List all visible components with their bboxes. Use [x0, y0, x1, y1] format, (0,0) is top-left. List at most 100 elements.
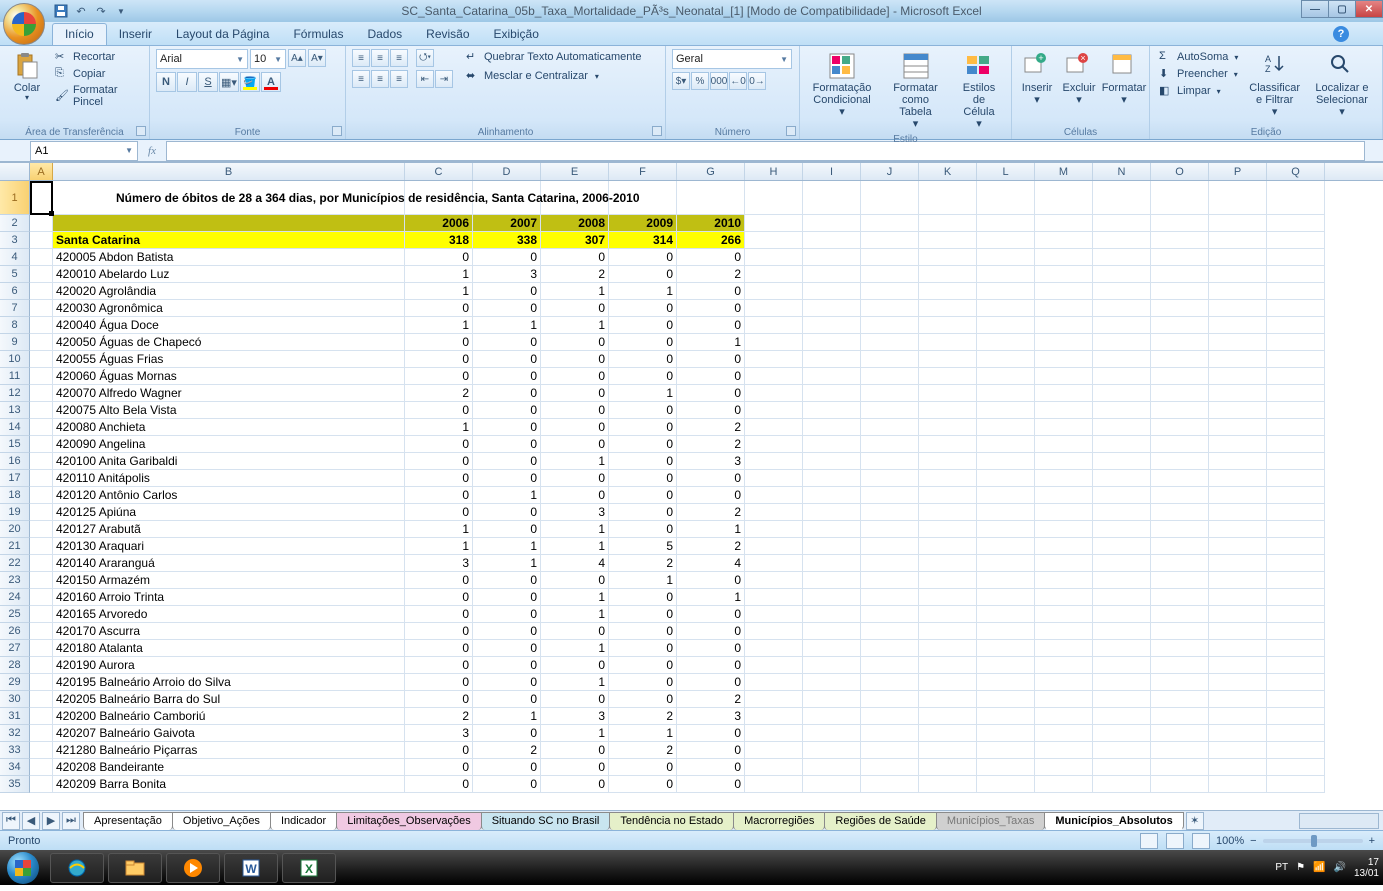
cell[interactable] — [861, 606, 919, 623]
task-mediaplayer[interactable] — [166, 853, 220, 883]
cell[interactable] — [1209, 538, 1267, 555]
cell[interactable]: 0 — [677, 606, 745, 623]
cell[interactable] — [745, 589, 803, 606]
col-header-N[interactable]: N — [1093, 163, 1151, 180]
cell[interactable] — [861, 725, 919, 742]
cell[interactable] — [1035, 538, 1093, 555]
row-header-3[interactable]: 3 — [0, 232, 30, 249]
cell[interactable] — [745, 436, 803, 453]
cell[interactable]: 0 — [609, 657, 677, 674]
cell[interactable]: 420040 Água Doce — [53, 317, 405, 334]
cell[interactable]: 0 — [473, 334, 541, 351]
tab-inicio[interactable]: Início — [52, 23, 107, 45]
cell[interactable] — [1151, 674, 1209, 691]
cell[interactable] — [1151, 538, 1209, 555]
cell[interactable] — [745, 504, 803, 521]
cut-button[interactable]: ✂Recortar — [52, 49, 143, 65]
cell[interactable]: 0 — [677, 283, 745, 300]
task-excel[interactable]: X — [282, 853, 336, 883]
cell[interactable]: 0 — [609, 351, 677, 368]
cell[interactable] — [1151, 776, 1209, 793]
cell[interactable] — [803, 521, 861, 538]
row-header-32[interactable]: 32 — [0, 725, 30, 742]
font-launcher[interactable] — [332, 126, 342, 136]
cell[interactable]: 420110 Anitápolis — [53, 470, 405, 487]
qat-redo-icon[interactable]: ↷ — [92, 2, 110, 20]
cell[interactable]: 0 — [473, 691, 541, 708]
shrink-font-button[interactable]: A▾ — [308, 49, 326, 67]
tray-network-icon[interactable]: 📶 — [1313, 862, 1325, 873]
row-header-18[interactable]: 18 — [0, 487, 30, 504]
cell[interactable] — [1267, 657, 1325, 674]
row-header-30[interactable]: 30 — [0, 691, 30, 708]
cell[interactable] — [803, 538, 861, 555]
cell[interactable]: 420005 Abdon Batista — [53, 249, 405, 266]
cell[interactable] — [1151, 572, 1209, 589]
cell[interactable] — [1093, 742, 1151, 759]
underline-button[interactable]: S — [198, 72, 218, 92]
col-header-G[interactable]: G — [677, 163, 745, 180]
col-header-D[interactable]: D — [473, 163, 541, 180]
cell[interactable] — [1151, 419, 1209, 436]
cell[interactable] — [919, 589, 977, 606]
cell[interactable]: 0 — [473, 300, 541, 317]
cell[interactable] — [977, 538, 1035, 555]
cell[interactable] — [745, 759, 803, 776]
cell[interactable] — [30, 351, 53, 368]
cell[interactable] — [919, 453, 977, 470]
cell[interactable] — [1035, 215, 1093, 232]
task-word[interactable]: W — [224, 853, 278, 883]
cell[interactable] — [977, 368, 1035, 385]
cell[interactable] — [861, 351, 919, 368]
clipboard-launcher[interactable] — [136, 126, 146, 136]
col-header-K[interactable]: K — [919, 163, 977, 180]
cell[interactable]: 307 — [541, 232, 609, 249]
row-header-26[interactable]: 26 — [0, 623, 30, 640]
cell[interactable] — [803, 776, 861, 793]
format-cells-button[interactable]: Formatar ▾ — [1102, 49, 1146, 109]
cell[interactable] — [919, 249, 977, 266]
cell[interactable] — [1267, 232, 1325, 249]
task-ie[interactable] — [50, 853, 104, 883]
cell[interactable] — [919, 691, 977, 708]
view-layout-button[interactable] — [1166, 833, 1184, 849]
cell[interactable] — [1035, 657, 1093, 674]
autosum-button[interactable]: ΣAutoSoma▾ — [1156, 49, 1241, 65]
cell[interactable] — [977, 402, 1035, 419]
cell[interactable] — [1093, 385, 1151, 402]
cell[interactable] — [977, 436, 1035, 453]
cell[interactable] — [919, 606, 977, 623]
cell[interactable]: 0 — [609, 470, 677, 487]
cell[interactable]: 0 — [405, 640, 473, 657]
cell[interactable] — [30, 623, 53, 640]
cell[interactable]: 1 — [541, 521, 609, 538]
cell[interactable] — [919, 555, 977, 572]
cell[interactable] — [1035, 300, 1093, 317]
task-explorer[interactable] — [108, 853, 162, 883]
cell[interactable]: 0 — [677, 300, 745, 317]
cell[interactable]: 0 — [541, 623, 609, 640]
cell[interactable]: 0 — [541, 759, 609, 776]
cell[interactable] — [803, 419, 861, 436]
cell[interactable] — [745, 674, 803, 691]
cell[interactable]: 0 — [405, 487, 473, 504]
cell[interactable] — [745, 368, 803, 385]
cell[interactable] — [1267, 300, 1325, 317]
col-header-O[interactable]: O — [1151, 163, 1209, 180]
cell[interactable]: 0 — [473, 572, 541, 589]
cell[interactable]: 3 — [677, 453, 745, 470]
cell[interactable] — [1209, 181, 1267, 215]
cell[interactable] — [1151, 215, 1209, 232]
cell[interactable] — [1267, 776, 1325, 793]
cell[interactable] — [1209, 623, 1267, 640]
cell[interactable] — [861, 776, 919, 793]
cell[interactable]: 0 — [609, 436, 677, 453]
col-header-I[interactable]: I — [803, 163, 861, 180]
start-button[interactable] — [0, 850, 46, 885]
row-header-17[interactable]: 17 — [0, 470, 30, 487]
cell[interactable] — [30, 521, 53, 538]
cell[interactable] — [53, 215, 405, 232]
cell[interactable] — [803, 691, 861, 708]
cell[interactable] — [1151, 708, 1209, 725]
cell[interactable]: 4 — [541, 555, 609, 572]
